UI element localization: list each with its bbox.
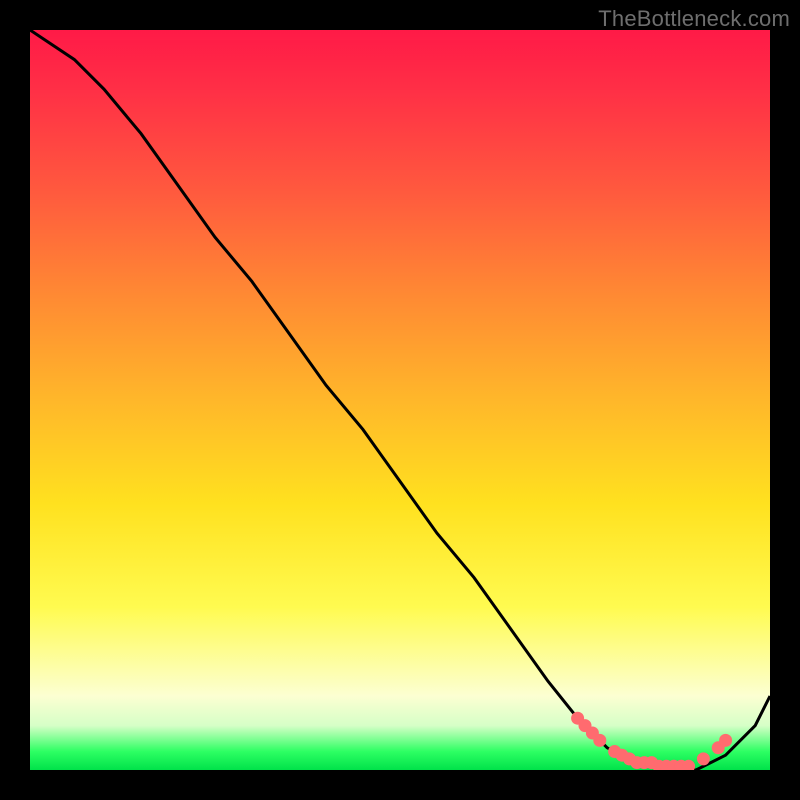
plot-area	[30, 30, 770, 770]
background-gradient	[30, 30, 770, 770]
attribution-text: TheBottleneck.com	[598, 6, 790, 32]
chart-stage: TheBottleneck.com	[0, 0, 800, 800]
